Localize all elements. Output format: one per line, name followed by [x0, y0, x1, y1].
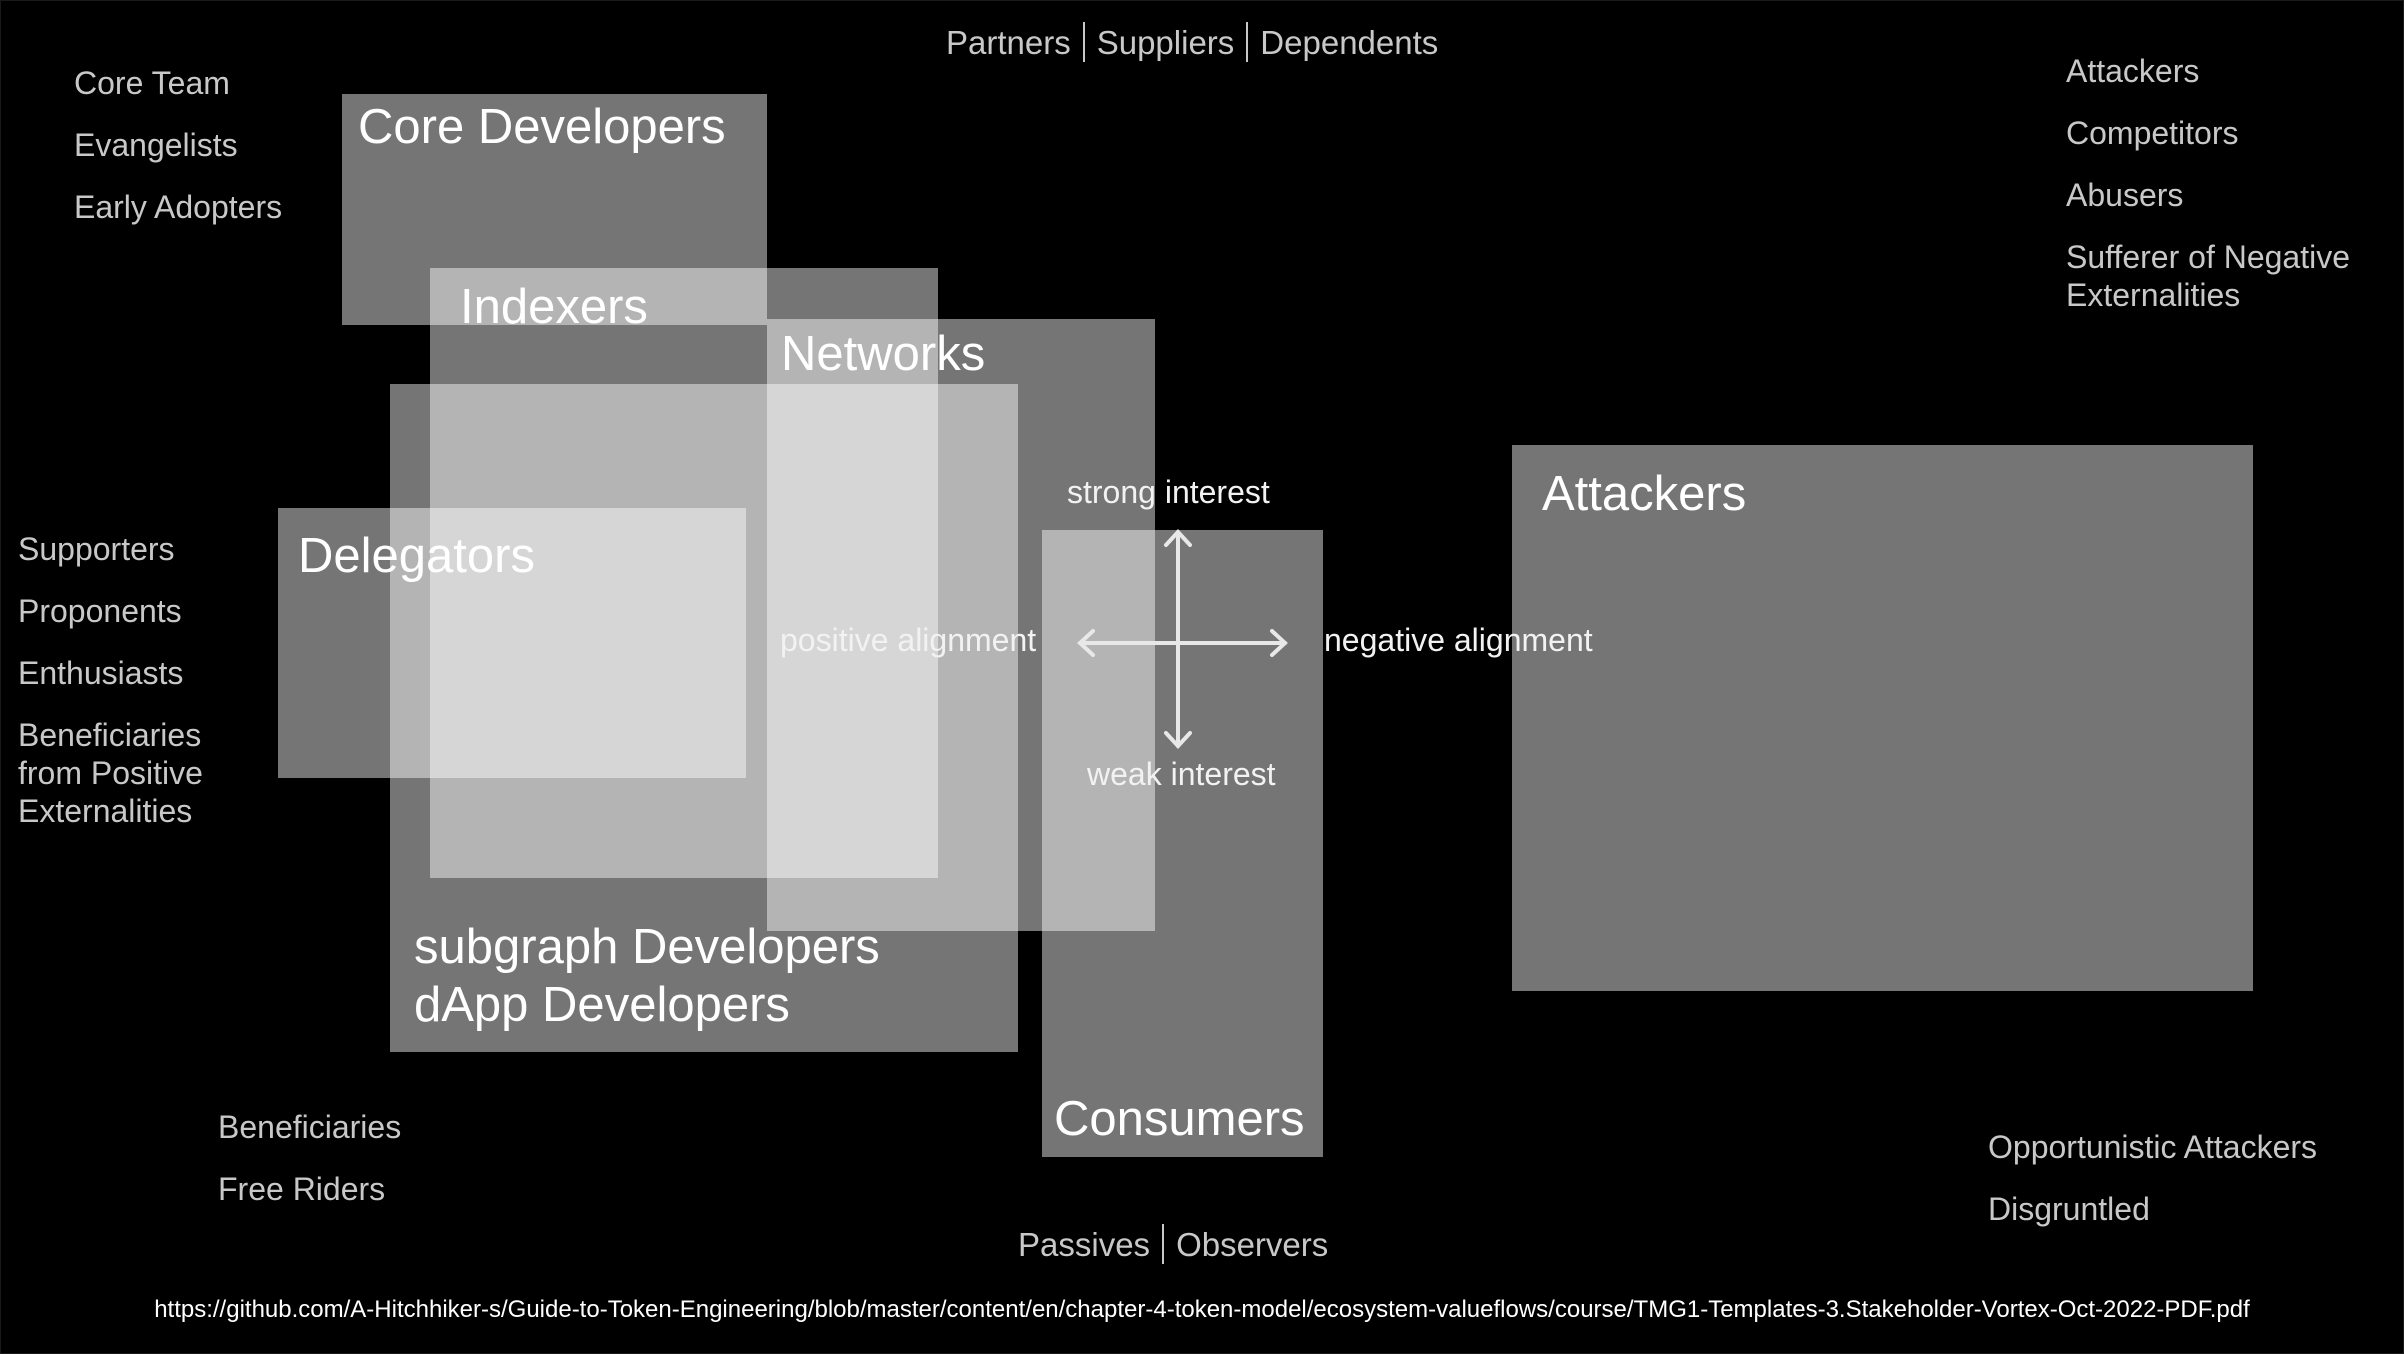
- footer-passives: Passives: [1018, 1226, 1151, 1263]
- axis-label-negative-alignment: negative alignment: [1324, 622, 1593, 658]
- axis-arrows: [1077, 529, 1288, 749]
- footer-passives-observers: Passives Observers: [1018, 1224, 1328, 1264]
- axis-label-positive-alignment: positive alignment: [780, 622, 1037, 658]
- source-url: https://github.com/A-Hitchhiker-s/Guide-…: [154, 1296, 2250, 1323]
- separator: [1162, 1224, 1165, 1264]
- axis-label-weak-interest: weak interest: [1087, 756, 1276, 792]
- axis-label-strong-interest: strong interest: [1067, 474, 1270, 510]
- footer-observers: Observers: [1176, 1226, 1329, 1263]
